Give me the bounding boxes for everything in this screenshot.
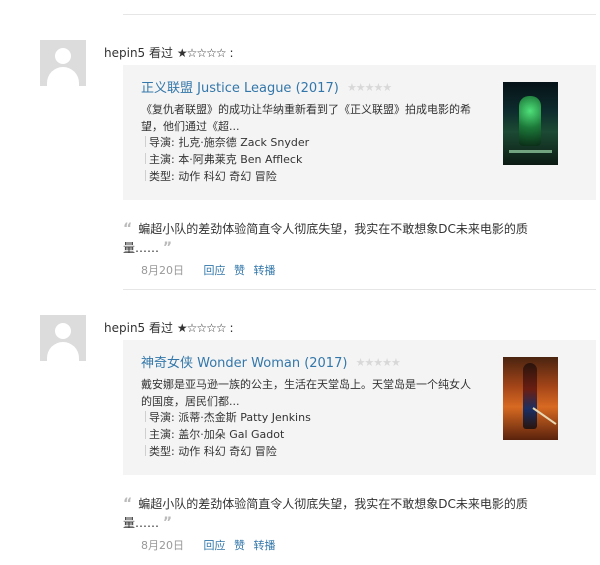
director-line: 导演: 扎克·施奈德 Zack Snyder xyxy=(145,134,475,151)
username-link[interactable]: hepin5 xyxy=(104,46,145,60)
quote-close-icon: ” xyxy=(162,515,173,531)
movie-rating-stars: ★★★★★ xyxy=(355,356,401,369)
cast-line: 主演: 本·阿弗莱克 Ben Affleck xyxy=(145,151,475,168)
justice-league-poster[interactable] xyxy=(503,82,558,165)
quote-open-icon: “ xyxy=(123,496,133,512)
comment: “蝙超小队的差劲体验简直令人彻底失望，我实在不敢想象DC未来电影的质量…… ” xyxy=(123,495,553,533)
user-rating-stars: ★☆☆☆☆ xyxy=(176,46,227,60)
colon: : xyxy=(229,46,234,60)
movie-title-link[interactable]: 神奇女侠 Wonder Woman (2017) xyxy=(141,356,347,371)
quote-open-icon: “ xyxy=(123,221,133,237)
comment-text: 蝙超小队的差劲体验简直令人彻底失望，我实在不敢想象DC未来电影的质量…… xyxy=(123,222,528,255)
movie-rating-stars: ★★★★★ xyxy=(346,81,392,94)
movie-description: 《复仇者联盟》的成功让华纳重新看到了《正义联盟》拍成电影的希望，他们通过《超..… xyxy=(141,103,471,133)
top-divider xyxy=(123,14,596,15)
movie-card: 神奇女侠 Wonder Woman (2017) ★★★★★ 戴安娜是亚马逊一族… xyxy=(123,340,596,475)
movie-card: 正义联盟 Justice League (2017) ★★★★★ 《复仇者联盟》… xyxy=(123,65,596,200)
movie-description: 戴安娜是亚马逊一族的公主，生活在天堂岛上。天堂岛是一个纯女人的国度，居民们都..… xyxy=(141,378,471,408)
comment: “蝙超小队的差劲体验简直令人彻底失望，我实在不敢想象DC未来电影的质量…… ” xyxy=(123,220,553,258)
genre-line: 类型: 动作 科幻 奇幻 冒险 xyxy=(145,443,475,460)
avatar[interactable] xyxy=(40,315,86,361)
like-link[interactable]: 赞 xyxy=(234,539,245,552)
entry-date: 8月20日 xyxy=(141,539,184,552)
action-label: 看过 xyxy=(149,321,174,335)
user-rating-stars: ★☆☆☆☆ xyxy=(176,321,227,335)
colon: : xyxy=(229,321,234,335)
entry-date: 8月20日 xyxy=(141,264,184,277)
user-line: hepin5 看过 ★☆☆☆☆ : xyxy=(104,319,234,336)
feed-entry-justice-league: hepin5 看过 ★☆☆☆☆ : 正义联盟 Justice League (2… xyxy=(0,40,600,290)
avatar[interactable] xyxy=(40,40,86,86)
movie-meta: 导演: 扎克·施奈德 Zack Snyder 主演: 本·阿弗莱克 Ben Af… xyxy=(145,134,475,185)
user-line: hepin5 看过 ★☆☆☆☆ : xyxy=(104,44,234,61)
reply-link[interactable]: 回应 xyxy=(204,264,226,277)
comment-text: 蝙超小队的差劲体验简直令人彻底失望，我实在不敢想象DC未来电影的质量…… xyxy=(123,497,528,530)
movie-title-link[interactable]: 正义联盟 Justice League (2017) xyxy=(141,81,339,96)
entry-footer: 8月20日 回应 赞 转播 xyxy=(141,537,281,553)
reply-link[interactable]: 回应 xyxy=(204,539,226,552)
genre-line: 类型: 动作 科幻 奇幻 冒险 xyxy=(145,168,475,185)
wonder-woman-poster[interactable] xyxy=(503,357,558,440)
action-label: 看过 xyxy=(149,46,174,60)
username-link[interactable]: hepin5 xyxy=(104,321,145,335)
cast-line: 主演: 盖尔·加朵 Gal Gadot xyxy=(145,426,475,443)
director-line: 导演: 派蒂·杰金斯 Patty Jenkins xyxy=(145,409,475,426)
quote-close-icon: ” xyxy=(162,240,173,256)
reshare-link[interactable]: 转播 xyxy=(254,539,276,552)
entry-divider xyxy=(123,289,596,290)
reshare-link[interactable]: 转播 xyxy=(254,264,276,277)
movie-meta: 导演: 派蒂·杰金斯 Patty Jenkins 主演: 盖尔·加朵 Gal G… xyxy=(145,409,475,460)
feed-entry-wonder-woman: hepin5 看过 ★☆☆☆☆ : 神奇女侠 Wonder Woman (201… xyxy=(0,315,600,565)
entry-footer: 8月20日 回应 赞 转播 xyxy=(141,262,281,278)
like-link[interactable]: 赞 xyxy=(234,264,245,277)
